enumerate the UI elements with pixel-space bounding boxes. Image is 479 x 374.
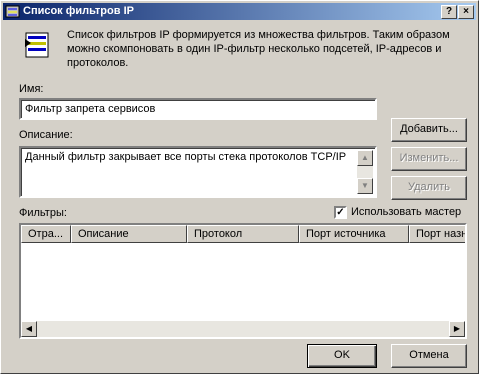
window-title: Список фильтров IP (23, 5, 134, 17)
use-wizard-checkbox[interactable]: ✓ (334, 206, 347, 219)
scroll-right-icon[interactable]: ▶ (449, 321, 465, 337)
help-button[interactable]: ? (441, 5, 457, 19)
close-icon: × (463, 6, 469, 17)
name-input[interactable]: Фильтр запрета сервисов (19, 98, 377, 120)
edit-button[interactable]: Изменить... (391, 147, 467, 171)
column-header-source-port[interactable]: Порт источника (299, 225, 409, 243)
scroll-left-icon[interactable]: ◀ (21, 321, 37, 337)
use-wizard-label[interactable]: Использовать мастер (351, 206, 461, 218)
filters-horizontal-scrollbar[interactable]: ◀ ▶ (21, 321, 465, 337)
description-textarea[interactable]: Данный фильтр закрывает все порты стека … (19, 146, 377, 198)
ok-button[interactable]: OK (307, 344, 377, 368)
checkmark-icon: ✓ (336, 207, 345, 218)
ip-filter-list-dialog: Список фильтров IP ? × Список фильтров I… (0, 0, 479, 374)
delete-button[interactable]: Удалить (391, 176, 467, 200)
column-header-destination-port[interactable]: Порт назна... (409, 225, 465, 243)
filters-list[interactable]: Отра... Описание Протокол Порт источника… (19, 223, 467, 339)
title-bar[interactable]: Список фильтров IP ? × (3, 3, 476, 20)
column-header-protocol[interactable]: Протокол (187, 225, 299, 243)
info-text: Список фильтров IP формируется из множес… (67, 29, 450, 69)
filter-list-icon (5, 5, 20, 18)
column-header-direction[interactable]: Отра... (21, 225, 71, 243)
add-button[interactable]: Добавить... (391, 118, 467, 142)
column-header-description[interactable]: Описание (71, 225, 187, 243)
filter-list-icon (25, 32, 49, 58)
name-value: Фильтр запрета сервисов (25, 103, 156, 115)
close-button[interactable]: × (458, 5, 474, 19)
scroll-up-icon[interactable]: ▲ (357, 150, 373, 166)
filters-label: Фильтры: (19, 207, 67, 219)
name-label: Имя: (19, 83, 44, 95)
description-value: Данный фильтр закрывает все порты стека … (25, 151, 347, 163)
cancel-button[interactable]: Отмена (391, 344, 467, 368)
scroll-down-icon[interactable]: ▼ (357, 178, 373, 194)
description-scrollbar[interactable]: ▲ ▼ (357, 150, 373, 194)
description-label: Описание: (19, 129, 73, 141)
help-icon: ? (445, 6, 453, 17)
